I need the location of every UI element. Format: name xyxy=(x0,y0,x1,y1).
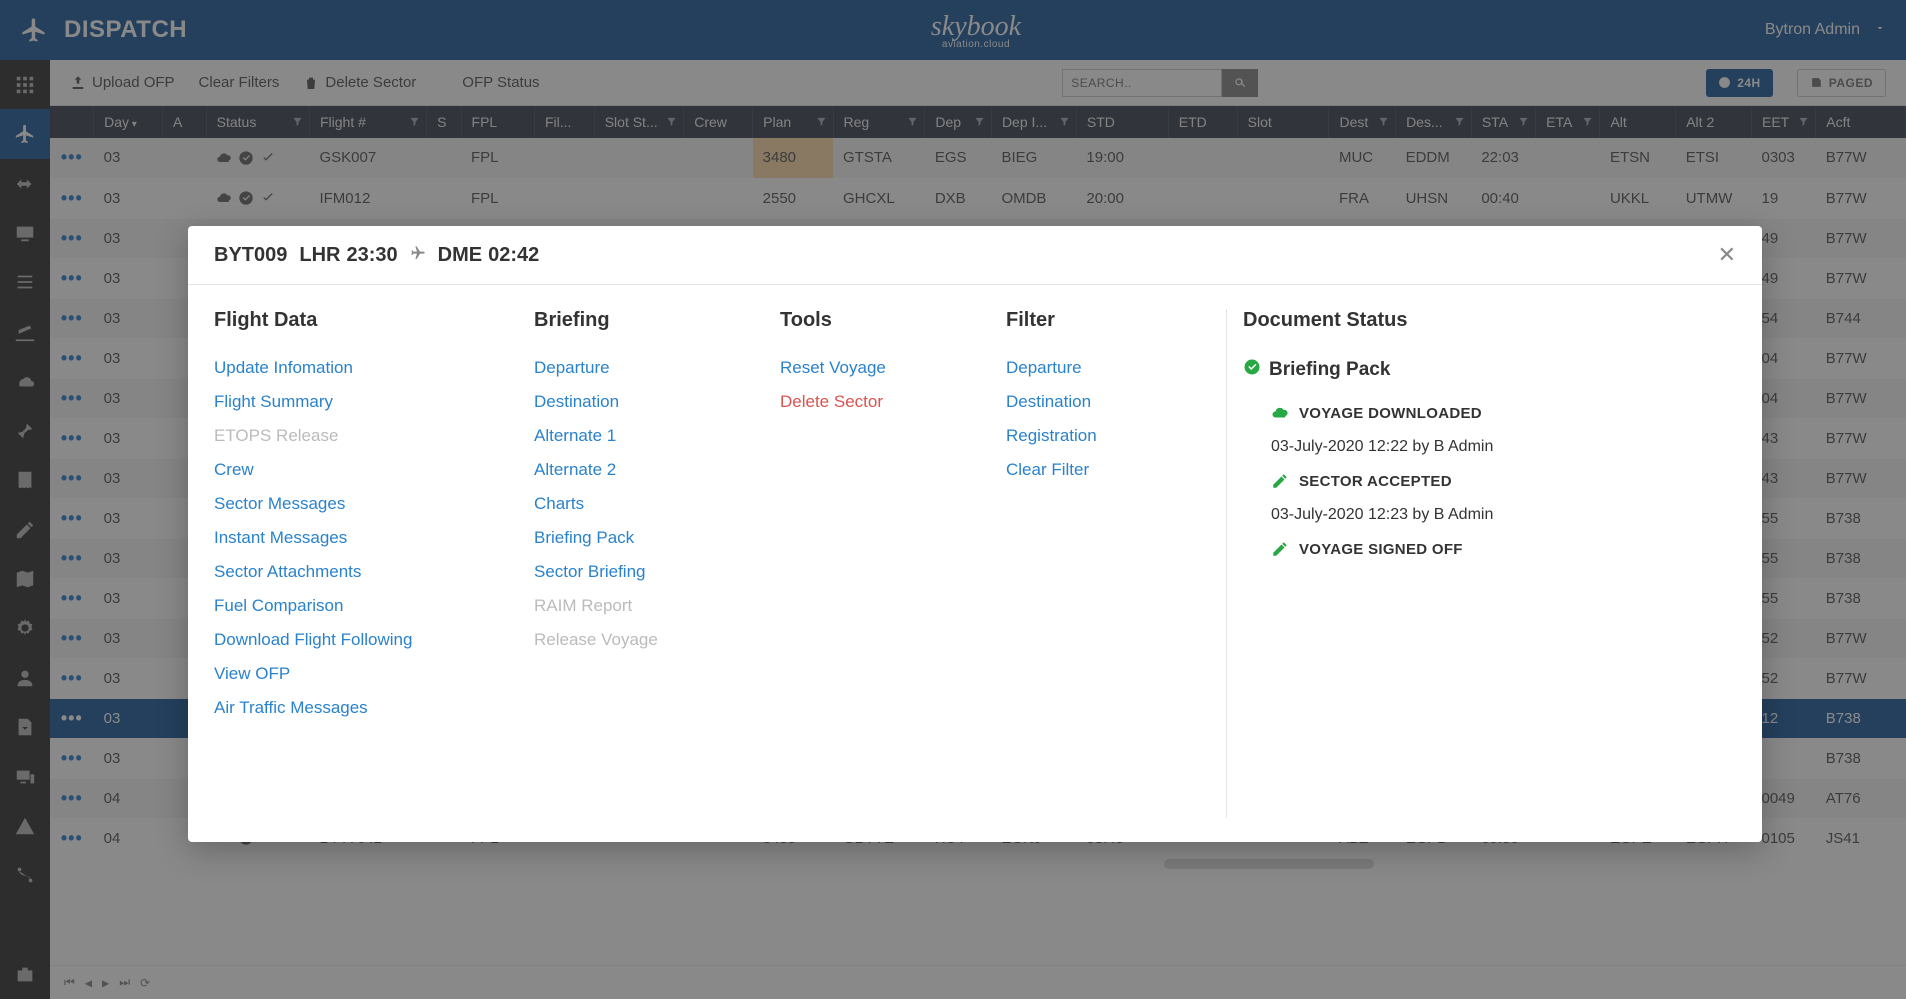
airplane-icon xyxy=(410,244,426,267)
check-circle-icon xyxy=(1243,358,1261,382)
doc-timestamp: 03-July-2020 12:22 by B Admin xyxy=(1243,438,1736,456)
flight-data-link[interactable]: Instant Messages xyxy=(214,528,484,548)
briefing-link: RAIM Report xyxy=(534,596,730,616)
pencil-icon xyxy=(1271,472,1289,490)
filter-link[interactable]: Clear Filter xyxy=(1006,460,1176,480)
flight-data-link[interactable]: Air Traffic Messages xyxy=(214,698,484,718)
flight-data-link[interactable]: View OFP xyxy=(214,664,484,684)
briefing-link[interactable]: Destination xyxy=(534,392,730,412)
briefing-link[interactable]: Departure xyxy=(534,358,730,378)
cloud-download-icon xyxy=(1271,404,1289,422)
modal-arr-time: 02:42 xyxy=(488,244,539,267)
modal-flight-no: BYT009 xyxy=(214,244,287,267)
flight-data-link[interactable]: Crew xyxy=(214,460,484,480)
flight-detail-modal: BYT009 LHR 23:30 DME 02:42 ✕ Flight Data… xyxy=(188,226,1762,842)
pencil-icon xyxy=(1271,540,1289,558)
filter-link[interactable]: Departure xyxy=(1006,358,1176,378)
flight-data-link[interactable]: Update Infomation xyxy=(214,358,484,378)
briefing-pack-label: Briefing Pack xyxy=(1269,359,1390,381)
section-title-flight-data: Flight Data xyxy=(214,309,484,332)
doc-timestamp: 03-July-2020 12:23 by B Admin xyxy=(1243,506,1736,524)
flight-data-link: ETOPS Release xyxy=(214,426,484,446)
flight-data-link[interactable]: Flight Summary xyxy=(214,392,484,412)
briefing-link[interactable]: Alternate 2 xyxy=(534,460,730,480)
filter-link[interactable]: Destination xyxy=(1006,392,1176,412)
tools-link[interactable]: Delete Sector xyxy=(780,392,956,412)
briefing-link[interactable]: Sector Briefing xyxy=(534,562,730,582)
modal-dep-code: LHR xyxy=(299,244,340,267)
doc-status-line: SECTOR ACCEPTED xyxy=(1243,472,1736,490)
close-icon[interactable]: ✕ xyxy=(1718,242,1736,268)
filter-link[interactable]: Registration xyxy=(1006,426,1176,446)
doc-status-line: VOYAGE DOWNLOADED xyxy=(1243,404,1736,422)
briefing-link[interactable]: Alternate 1 xyxy=(534,426,730,446)
flight-data-link[interactable]: Sector Attachments xyxy=(214,562,484,582)
briefing-link[interactable]: Briefing Pack xyxy=(534,528,730,548)
section-title-briefing: Briefing xyxy=(534,309,730,332)
flight-data-link[interactable]: Download Flight Following xyxy=(214,630,484,650)
doc-status-line: VOYAGE SIGNED OFF xyxy=(1243,540,1736,558)
briefing-link[interactable]: Charts xyxy=(534,494,730,514)
section-title-filter: Filter xyxy=(1006,309,1176,332)
briefing-link: Release Voyage xyxy=(534,630,730,650)
modal-arr-code: DME xyxy=(438,244,482,267)
flight-data-link[interactable]: Fuel Comparison xyxy=(214,596,484,616)
flight-data-link[interactable]: Sector Messages xyxy=(214,494,484,514)
section-title-tools: Tools xyxy=(780,309,956,332)
section-title-doc-status: Document Status xyxy=(1243,309,1736,332)
tools-link[interactable]: Reset Voyage xyxy=(780,358,956,378)
modal-dep-time: 23:30 xyxy=(346,244,397,267)
